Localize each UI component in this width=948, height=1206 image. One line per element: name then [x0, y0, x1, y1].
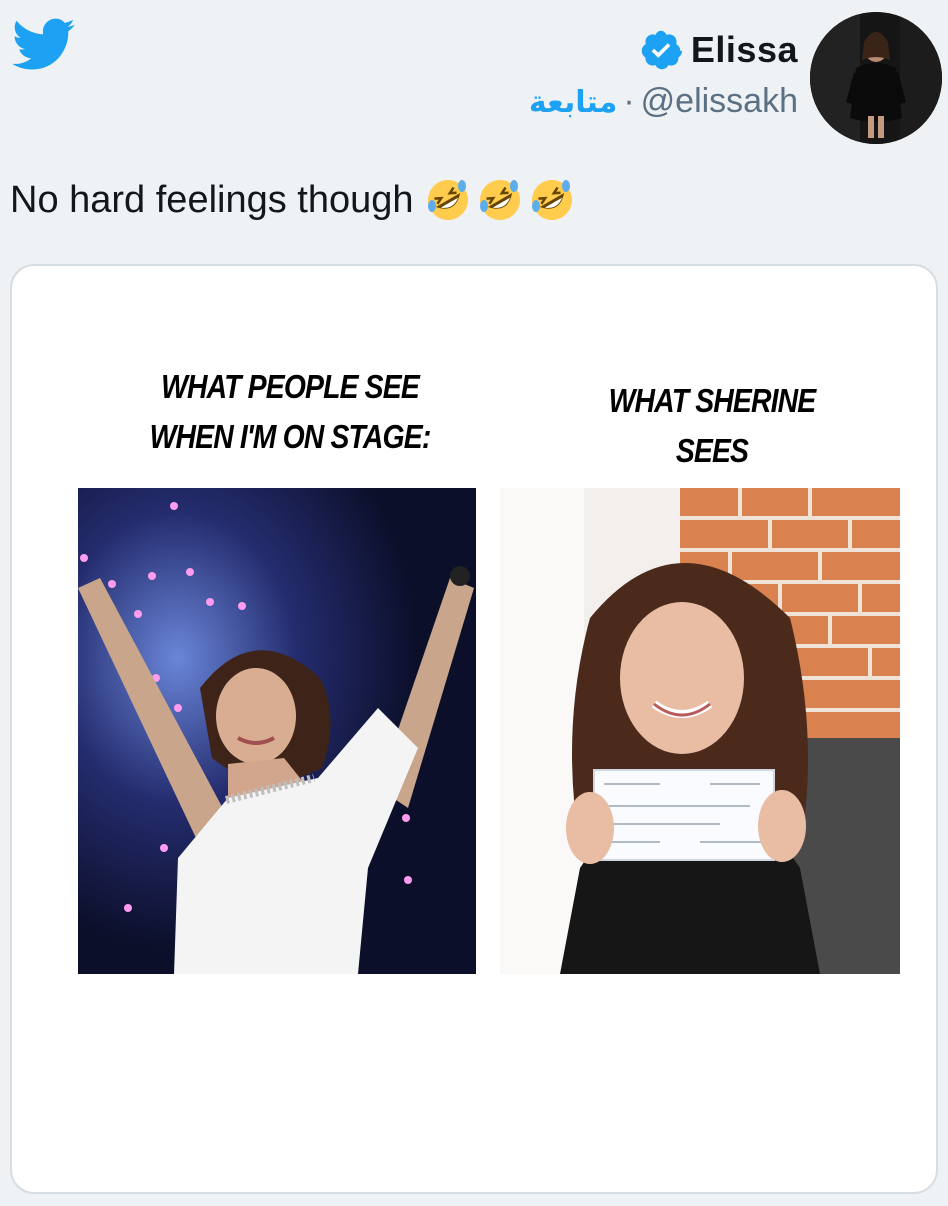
left-caption: WHAT PEOPLE SEE WHEN I'M ON STAGE:: [149, 368, 432, 455]
rolling-on-floor-laughing-emoji-icon: [427, 180, 468, 220]
twitter-logo-icon: [12, 18, 75, 70]
right-caption: WHAT SHERINE SEES: [608, 382, 817, 469]
tweet-text: No hard feelings though: [10, 178, 414, 221]
rolling-on-floor-laughing-emoji-icon: [479, 180, 520, 220]
tweet-text-row: No hard feelings though: [10, 176, 576, 224]
emoji-group: [424, 176, 576, 224]
user-info: Elissa متابعة · @elissakh: [529, 28, 798, 121]
user-handle[interactable]: @elissakh: [641, 82, 798, 120]
avatar[interactable]: [810, 12, 942, 144]
check-photo: [500, 488, 900, 974]
display-name[interactable]: Elissa: [691, 29, 798, 71]
rolling-on-floor-laughing-emoji-icon: [531, 180, 572, 220]
follow-link[interactable]: متابعة: [529, 85, 617, 120]
separator-dot: ·: [623, 82, 635, 120]
stage-photo: [78, 488, 476, 974]
verified-badge-icon: [641, 30, 682, 70]
tweet-media-card[interactable]: WHAT PEOPLE SEE WHEN I'M ON STAGE: WHAT …: [10, 264, 938, 1194]
